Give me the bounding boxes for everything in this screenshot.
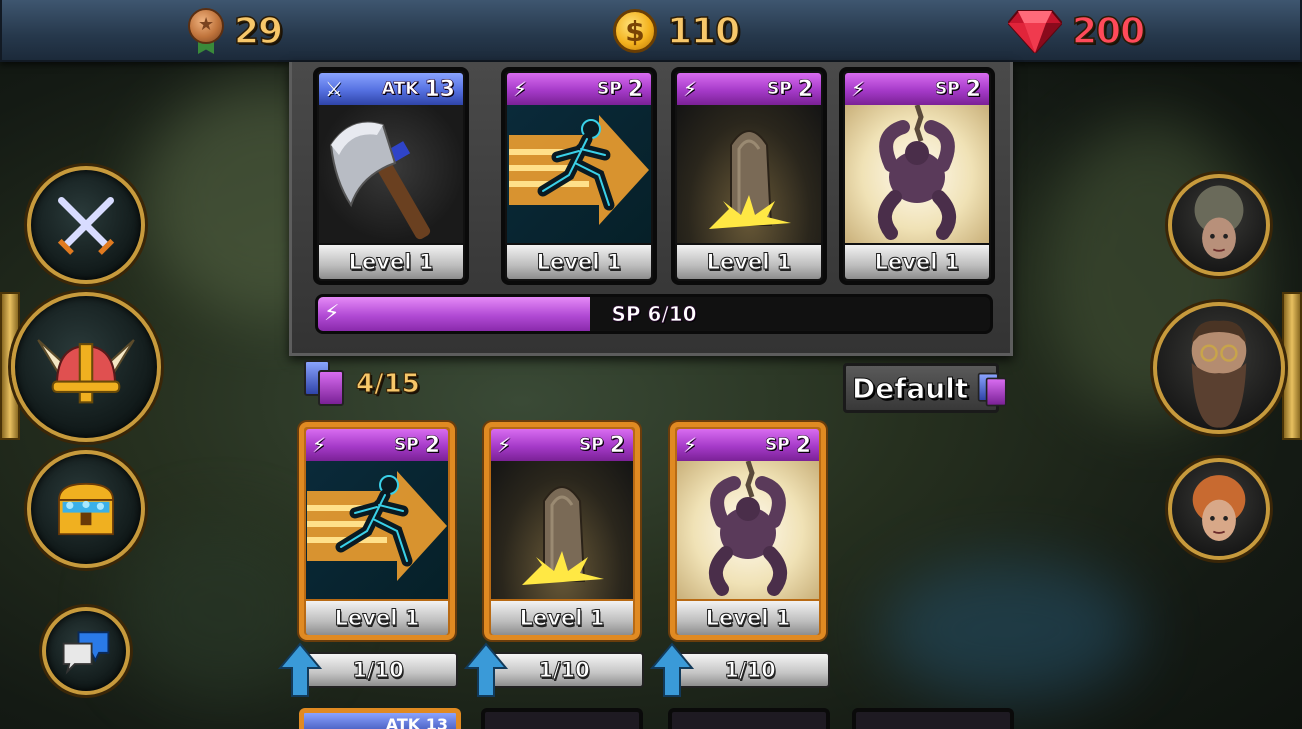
shop-button[interactable] [27,450,145,568]
gem-icon [1006,9,1064,55]
selected-tab-indicator [1282,292,1302,440]
upgrade-progress-gravestone[interactable]: 1/10 [464,642,644,697]
card-level: Level 1 [491,601,633,635]
sword-icon: ⚔ [325,77,343,101]
sp-progress-label: SP 6/10 [611,302,697,327]
card-level: Level 1 [845,245,989,279]
collection-count: 4/15 [302,360,420,408]
gem-count: 200 [1071,10,1146,53]
cost-label: SP [766,79,792,100]
card-level: Level 1 [677,245,821,279]
card-count: 4/15 [356,369,421,400]
deck-card-sprint[interactable]: ⚡ SP 2 Level 1 [501,67,657,285]
card-cost-header: ⚡ SP 2 [845,73,989,105]
cost-label: SP [764,435,790,456]
sprint-art [306,461,448,599]
card-stack-icon [976,372,1007,407]
chained-brute-art [845,105,989,243]
card-level: Level 1 [306,601,448,635]
axe-art [319,105,463,243]
coin-counter: $ 110 [613,8,741,54]
collection-card-partial[interactable]: ATK 13 [299,708,461,729]
card-cost-header: ⚡ SP 2 [491,429,633,461]
hero-button[interactable] [11,292,161,442]
gravestone-art [677,105,821,243]
upgrade-progress-sprint[interactable]: 1/10 [278,642,458,697]
collection-card-chained-brute[interactable]: ⚡ SP 2 Level 1 [670,422,826,640]
chained-brute-art [677,461,819,599]
active-deck-panel: ⚔ ATK 13 Level 1 ⚡ SP 2 Level 1 ⚡ SP 2 L… [289,62,1013,356]
battle-swords-icon [57,197,115,255]
cost-value: 2 [424,432,440,458]
lightning-icon: ⚡ [851,77,866,101]
deck-card-chained-brute[interactable]: ⚡ SP 2 Level 1 [839,67,995,285]
sp-progress-bar: ⚡ SP 6/10 [315,294,993,334]
card-cost-header: ⚡ SP 2 [306,429,448,461]
card-cost-header: ⚡ SP 2 [677,429,819,461]
upgrade-arrow-icon[interactable] [278,642,322,698]
cost-value: 2 [797,76,813,102]
default-deck-button[interactable]: Default [843,363,1007,413]
collection-card-partial[interactable] [481,708,643,729]
cost-value: 13 [424,76,455,102]
lightning-icon: ⚡ [312,433,327,457]
card-copies-progress: 1/10 [298,652,458,688]
treasure-chest-icon [58,482,114,536]
card-cost-header: ⚡ SP 2 [677,73,821,105]
card-level: Level 1 [319,245,463,279]
card-level: Level 1 [677,601,819,635]
coin-count: 110 [666,10,741,53]
cost-value: 2 [965,76,981,102]
background-water [880,560,1140,700]
cost-value: 2 [609,432,625,458]
cost-label: ATK [381,79,419,100]
redhead-elf-portrait[interactable] [1168,458,1270,560]
upgrade-arrow-icon[interactable] [464,642,508,698]
lightning-icon: ⚡ [497,433,512,457]
deck-card-gravestone[interactable]: ⚡ SP 2 Level 1 [671,67,827,285]
lightning-icon: ⚡ [513,77,528,101]
viking-helmet-icon [37,339,135,404]
cost-label: SP [393,435,419,456]
medal-count: 29 [233,10,284,53]
cost-label: SP [596,79,622,100]
collection-card-partial[interactable] [668,708,830,729]
card-copies-progress: 1/10 [670,652,830,688]
medal-icon [188,8,224,54]
cost-label: SP [934,79,960,100]
elf-woman-portrait[interactable] [1168,174,1270,276]
cost-label: SP [578,435,604,456]
battle-button[interactable] [27,166,145,284]
lightning-icon: ⚡ [683,433,698,457]
cost-label: ATK 13 [385,715,448,729]
upgrade-arrow-icon[interactable] [650,642,694,698]
cost-value: 2 [795,432,811,458]
card-stack-icon [302,360,346,408]
collection-card-partial[interactable] [852,708,1014,729]
cost-value: 2 [627,76,643,102]
gravestone-art [491,461,633,599]
coin-icon: $ [613,9,657,53]
resource-bar: 29 $ 110 200 [0,0,1302,62]
upgrade-progress-chained-brute[interactable]: 1/10 [650,642,830,697]
collection-card-gravestone[interactable]: ⚡ SP 2 Level 1 [484,422,640,640]
card-level: Level 1 [507,245,651,279]
sprint-art [507,105,651,243]
collection-card-sprint[interactable]: ⚡ SP 2 Level 1 [299,422,455,640]
lightning-icon: ⚡ [683,77,698,101]
gem-counter: 200 [1006,8,1146,55]
medal-counter: 29 [188,8,284,54]
bearded-dwarf-portrait[interactable] [1153,302,1285,434]
card-cost-header: ⚔ ATK 13 [319,73,463,105]
default-button-label: Default [851,371,969,405]
card-cost-header: ⚡ SP 2 [507,73,651,105]
chat-button[interactable] [42,607,130,695]
card-copies-progress: 1/10 [484,652,644,688]
chat-icon [62,631,110,675]
deck-card-axe[interactable]: ⚔ ATK 13 Level 1 [313,67,469,285]
